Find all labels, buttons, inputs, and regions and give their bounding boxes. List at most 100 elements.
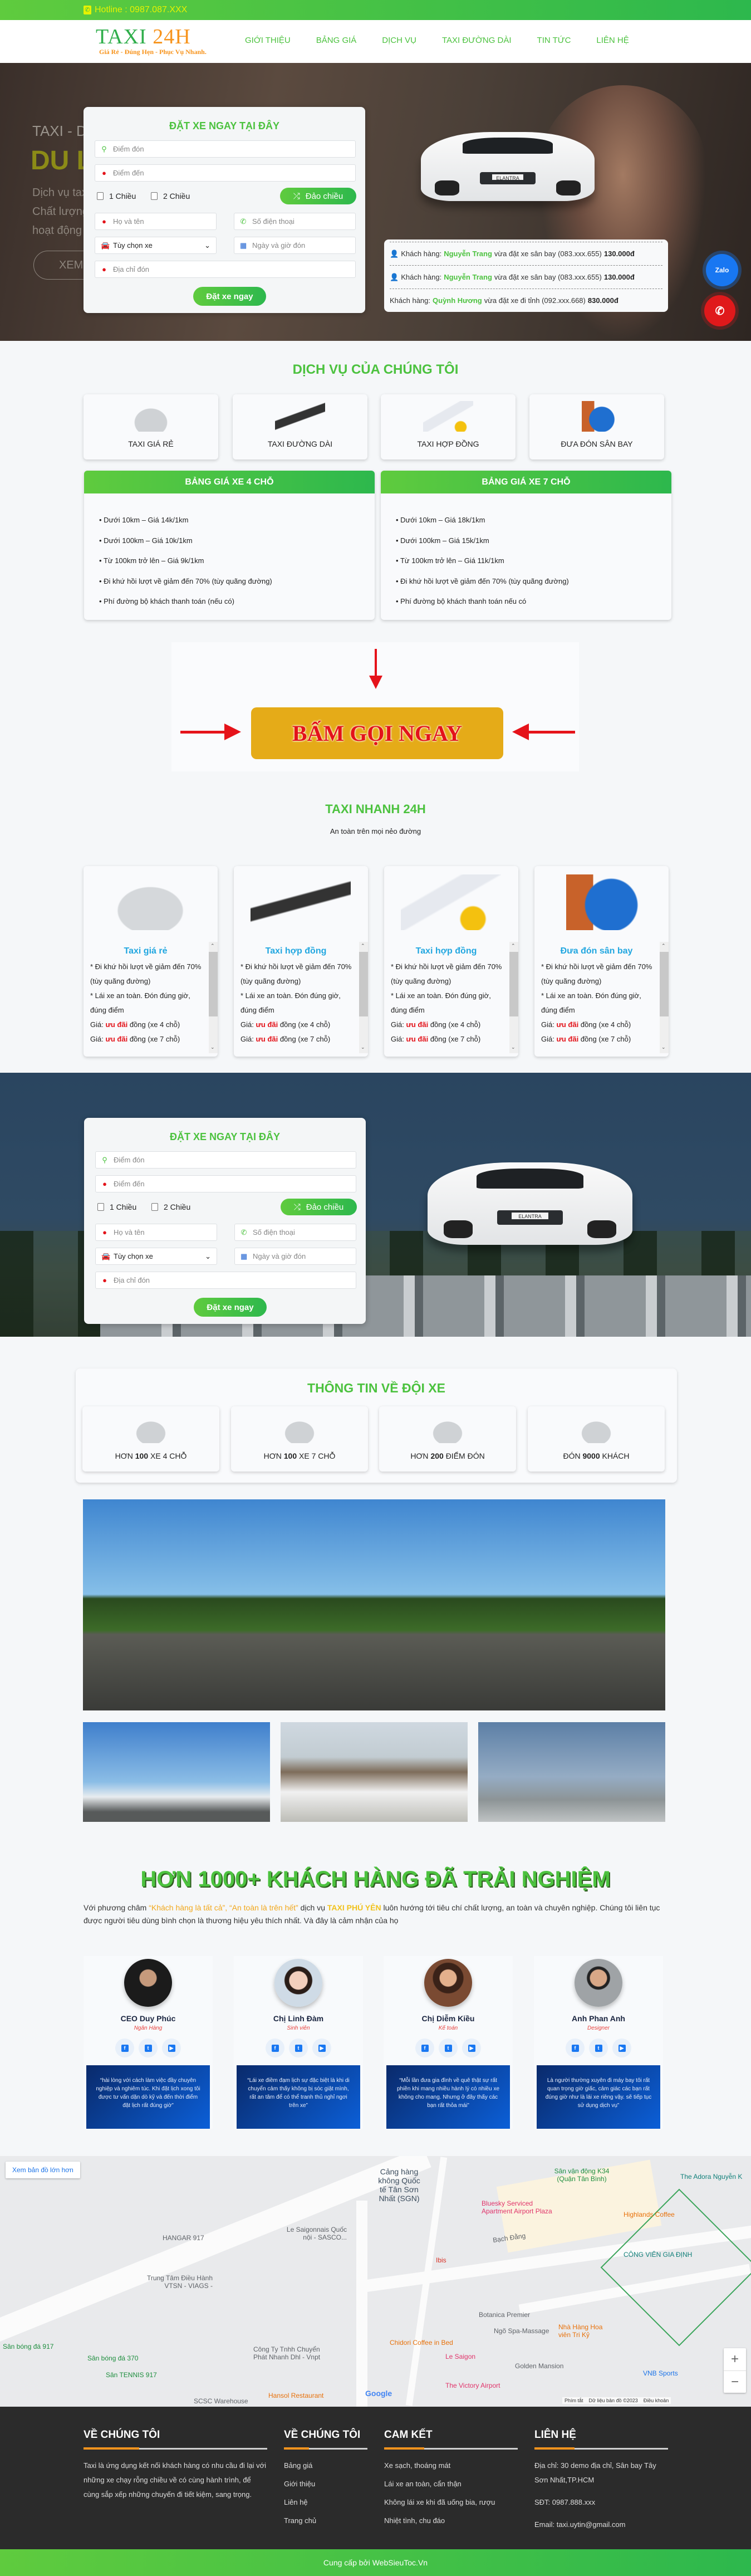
swap-direction-button[interactable]: ⤮ Đảo chiều bbox=[280, 188, 356, 204]
service-card-dua-don-san-bay[interactable]: ĐƯA ĐÓN SÂN BAY bbox=[529, 394, 664, 460]
datetime-input[interactable]: ▦ Ngày và giờ đón bbox=[234, 237, 356, 254]
pickup-input[interactable]: ⚲ Điểm đón bbox=[95, 140, 356, 158]
service-card-taxi-duong-dai[interactable]: TAXI ĐƯỜNG DÀI bbox=[233, 394, 367, 460]
car-type-select[interactable]: 🚘 Tùy chọn xe ⌄ bbox=[95, 1248, 217, 1265]
luggage-taxi-icon bbox=[572, 401, 622, 432]
zoom-in-button[interactable]: + bbox=[724, 2348, 746, 2370]
call-now-banner[interactable]: BẤM GỌI NGAY bbox=[171, 642, 579, 771]
book-now-button[interactable]: Đặt xe ngay bbox=[194, 1298, 267, 1317]
footer-link-trang-chu[interactable]: Trang chủ bbox=[284, 2514, 367, 2528]
call-button[interactable]: ✆ bbox=[704, 295, 735, 326]
footer-link-gioi-thieu[interactable]: Giới thiệu bbox=[284, 2477, 367, 2491]
chevron-up-icon[interactable]: ⌃ bbox=[361, 943, 365, 949]
chevron-up-icon[interactable]: ⌃ bbox=[511, 943, 516, 949]
youtube-button[interactable]: ▶ bbox=[462, 2039, 481, 2057]
two-way-checkbox[interactable]: 2 Chiều bbox=[151, 1203, 190, 1211]
youtube-button[interactable]: ▶ bbox=[612, 2039, 631, 2057]
service-detail-scroll[interactable]: Taxi hợp đồng * Đi khứ hồi lượt về giảm đ… bbox=[234, 942, 368, 1053]
twitter-button[interactable]: t bbox=[139, 2039, 158, 2057]
footer-link-bang-gia[interactable]: Bảng giá bbox=[284, 2458, 367, 2473]
scrollbar[interactable]: ⌃ ⌄ bbox=[509, 942, 518, 1053]
arrow-left-head bbox=[512, 724, 529, 740]
facebook-button[interactable]: f bbox=[115, 2039, 134, 2057]
fleet-photo-monument[interactable] bbox=[478, 1722, 665, 1822]
map-label: Nhà Hàng Hoa viên Tri Kỷ bbox=[558, 2323, 603, 2339]
phone-input[interactable]: ✆ Số điện thoại bbox=[234, 1224, 356, 1241]
youtube-button[interactable]: ▶ bbox=[312, 2039, 331, 2057]
service-detail-scroll[interactable]: Taxi hợp đồng * Đi khứ hồi lượt về giảm đ… bbox=[384, 942, 518, 1053]
view-larger-map-link[interactable]: Xem bản đồ lớn hơn bbox=[6, 2162, 80, 2178]
nav-bang-gia[interactable]: BẢNG GIÁ bbox=[316, 36, 357, 45]
destination-input[interactable]: ● Điểm đến bbox=[95, 164, 356, 182]
price-highlight: ưu đãi bbox=[105, 1020, 128, 1029]
book-now-button[interactable]: Đặt xe ngay bbox=[193, 287, 266, 306]
site-header: TAXI 24H Giá Rẻ - Đúng Hẹn - Phục Vụ Nha… bbox=[0, 20, 751, 63]
recent-orders-ticker: 👤 Khách hàng: Nguyễn Trang vừa đặt xe sân b… bbox=[384, 239, 668, 312]
nav-lien-he[interactable]: LIÊN HỆ bbox=[596, 36, 629, 45]
footer-phone[interactable]: SĐT: 0987.888.xxx bbox=[534, 2495, 668, 2510]
avatar bbox=[274, 1959, 322, 2007]
pickup-input[interactable]: ⚲ Điểm đón bbox=[95, 1151, 356, 1169]
social-links: f t ▶ bbox=[84, 2039, 213, 2057]
call-now-button[interactable]: BẤM GỌI NGAY bbox=[251, 707, 503, 759]
facebook-button[interactable]: f bbox=[566, 2039, 585, 2057]
twitter-button[interactable]: t bbox=[439, 2039, 458, 2057]
nav-taxi-duong-dai[interactable]: TAXI ĐƯỜNG DÀI bbox=[442, 36, 512, 45]
facebook-button[interactable]: f bbox=[266, 2039, 284, 2057]
footer-link-lien-he[interactable]: Liên hệ bbox=[284, 2495, 367, 2510]
service-price-line: Giá: ưu đãi đồng (xe 4 chỗ) bbox=[534, 1018, 669, 1032]
fleet-photo-mountain-road[interactable] bbox=[83, 1499, 665, 1710]
price-suffix: đồng (xe 7 chỗ) bbox=[279, 1035, 331, 1043]
service-card-taxi-hop-dong[interactable]: TAXI HỢP ĐỒNG bbox=[381, 394, 516, 460]
copyright-link[interactable]: Cung cấp bởi WebSieuToc.Vn bbox=[323, 2558, 428, 2567]
swap-direction-button[interactable]: ⤮ Đảo chiều bbox=[281, 1199, 357, 1215]
chevron-up-icon[interactable]: ⌃ bbox=[210, 943, 215, 949]
logo[interactable]: TAXI 24H Giá Rẻ - Đúng Hẹn - Phục Vụ Nha… bbox=[96, 26, 207, 56]
scrollbar[interactable]: ⌃ ⌄ bbox=[359, 942, 368, 1053]
destination-input[interactable]: ● Điểm đến bbox=[95, 1175, 356, 1192]
zoom-out-button[interactable]: − bbox=[724, 2370, 746, 2393]
logo-tagline: Giá Rẻ - Đúng Hẹn - Phục Vụ Nhanh. bbox=[99, 48, 207, 56]
arrow-left-icon bbox=[528, 731, 575, 734]
scrollbar[interactable]: ⌃ ⌄ bbox=[209, 942, 218, 1053]
car-type-select[interactable]: 🚘 Tùy chọn xe ⌄ bbox=[95, 237, 217, 254]
datetime-input[interactable]: ▦ Ngày và giờ đón bbox=[234, 1248, 356, 1265]
one-way-checkbox[interactable]: 1 Chiều bbox=[97, 1203, 136, 1211]
chevron-down-icon[interactable]: ⌄ bbox=[661, 1044, 666, 1050]
address-input[interactable]: ● Địa chỉ đón bbox=[95, 261, 356, 278]
scrollbar[interactable]: ⌃ ⌄ bbox=[660, 942, 669, 1053]
chevron-down-icon[interactable]: ⌄ bbox=[210, 1044, 215, 1050]
nav-gioi-thieu[interactable]: GIỚI THIỆU bbox=[245, 36, 291, 45]
twitter-icon: t bbox=[595, 2044, 602, 2052]
map-zoom-controls[interactable]: + − bbox=[724, 2348, 746, 2393]
twitter-button[interactable]: t bbox=[289, 2039, 308, 2057]
fleet-photo-parking[interactable] bbox=[83, 1722, 270, 1822]
nav-tin-tuc[interactable]: TIN TỨC bbox=[537, 36, 571, 45]
two-way-checkbox[interactable]: 2 Chiều bbox=[151, 192, 190, 201]
service-detail-title: Taxi giá rẻ bbox=[124, 946, 168, 956]
name-input[interactable]: ● Họ và tên bbox=[95, 213, 217, 230]
chevron-down-icon[interactable]: ⌄ bbox=[511, 1044, 516, 1050]
chevron-down-icon[interactable]: ⌄ bbox=[361, 1044, 365, 1050]
youtube-button[interactable]: ▶ bbox=[162, 2039, 181, 2057]
zalo-chat-button[interactable]: Zalo bbox=[706, 254, 738, 286]
service-detail-scroll[interactable]: Taxi giá rẻ * Đi khứ hồi lượt về giảm đến… bbox=[84, 942, 218, 1053]
address-input[interactable]: ● Địa chỉ đón bbox=[95, 1272, 356, 1289]
road-icon bbox=[275, 401, 325, 432]
name-input[interactable]: ● Họ và tên bbox=[95, 1224, 217, 1241]
car-image: ELANTRA bbox=[399, 96, 616, 223]
phone-input[interactable]: ✆ Số điện thoại bbox=[234, 213, 356, 230]
chevron-up-icon[interactable]: ⌃ bbox=[661, 943, 666, 949]
service-detail-scroll[interactable]: Đưa đón sân bay * Đi khứ hồi lượt về giảm… bbox=[534, 942, 669, 1053]
facebook-button[interactable]: f bbox=[415, 2039, 434, 2057]
twitter-button[interactable]: t bbox=[589, 2039, 608, 2057]
service-card-taxi-gia-re[interactable]: TAXI GIÁ RẺ bbox=[84, 394, 218, 460]
nav-dich-vu[interactable]: DỊCH VỤ bbox=[382, 36, 416, 45]
fleet-photo-wedding-cars[interactable] bbox=[281, 1722, 468, 1822]
footer-email[interactable]: Email: taxi.uytin@gmail.com bbox=[534, 2518, 668, 2532]
service-detail-card: Taxi giá rẻ * Đi khứ hồi lượt về giảm đến… bbox=[84, 866, 218, 1057]
hotline[interactable]: ✆ Hotline : 0987.087.XXX bbox=[84, 5, 187, 15]
google-map[interactable]: Xem bản đồ lớn hơn HANGAR 917 Trung Tâm … bbox=[0, 2156, 751, 2407]
one-way-checkbox[interactable]: 1 Chiều bbox=[97, 192, 136, 201]
person-pin-icon: ⚲ bbox=[102, 1155, 107, 1164]
